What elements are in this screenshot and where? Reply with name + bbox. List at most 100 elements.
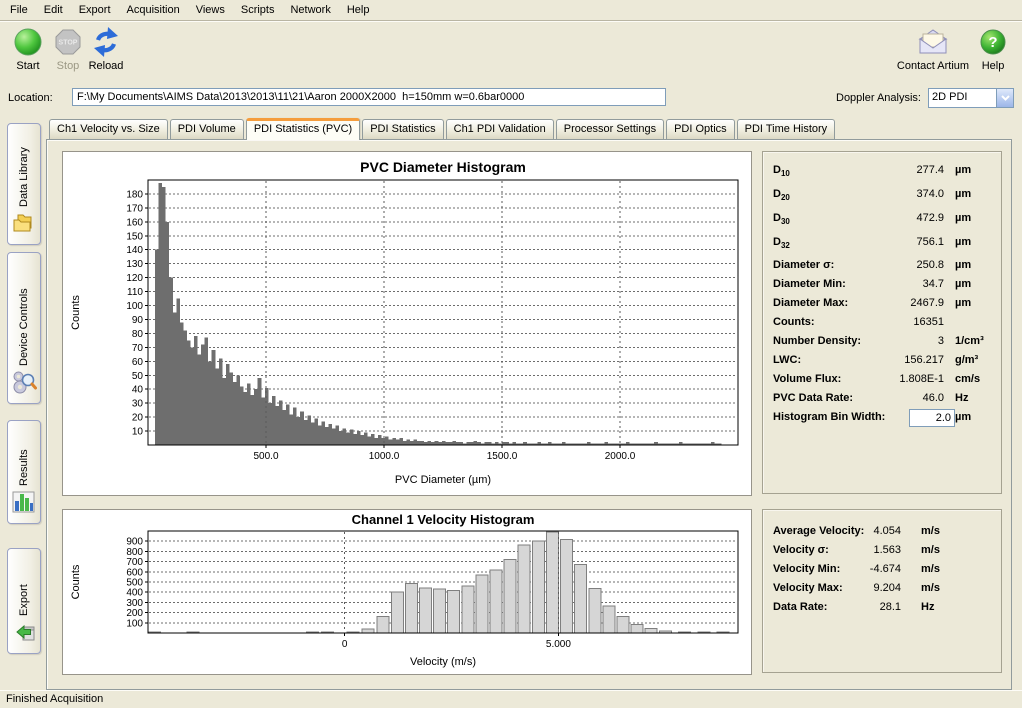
start-button[interactable]: Start xyxy=(6,26,50,72)
sidebar-item-device-controls[interactable]: Device Controls xyxy=(7,252,41,404)
stat-row: D30472.9µm xyxy=(763,208,1001,232)
stat-row: Velocity σ:1.563m/s xyxy=(763,541,1001,560)
sidebar: Data Library Device Controls Results Export xyxy=(0,112,46,690)
location-input[interactable] xyxy=(72,88,666,106)
doppler-analysis-label: Doppler Analysis: xyxy=(836,92,921,104)
stat-row: Volume Flux:1.808E-1cm/s xyxy=(763,370,1001,389)
y-axis-ticks: 100200300400500600700800900 xyxy=(126,537,148,630)
y-axis-ticks: 1020304050607080901001101201301401501601… xyxy=(126,189,148,437)
menu-item-file[interactable]: File xyxy=(2,1,36,19)
sidebar-item-label: Results xyxy=(18,428,30,486)
help-button[interactable]: ? Help xyxy=(974,26,1012,72)
tab-pdi-volume[interactable]: PDI Volume xyxy=(170,119,244,139)
start-icon xyxy=(6,26,50,58)
reload-icon xyxy=(84,26,128,58)
menu-item-network[interactable]: Network xyxy=(282,1,338,19)
stat-value: 34.7 xyxy=(763,275,944,294)
velocity-histogram-chart: 10020030040050060070080090005.000Channel… xyxy=(63,510,751,674)
pvc-diameter-histogram-chart: 1020304050607080901001101201301401501601… xyxy=(63,152,751,495)
stat-label: Histogram Bin Width: xyxy=(773,408,885,427)
stat-row: D10277.4µm xyxy=(763,160,1001,184)
svg-text:2000.0: 2000.0 xyxy=(605,451,636,462)
location-label: Location: xyxy=(8,92,53,104)
tab-processor-settings[interactable]: Processor Settings xyxy=(556,119,664,139)
stop-button-label: Stop xyxy=(50,60,86,72)
reload-button[interactable]: Reload xyxy=(84,26,128,72)
chevron-down-icon[interactable] xyxy=(996,89,1013,107)
sidebar-item-export[interactable]: Export xyxy=(7,548,41,654)
sidebar-item-data-library[interactable]: Data Library xyxy=(7,123,41,245)
application-window: FileEditExportAcquisitionViewsScriptsNet… xyxy=(0,0,1022,708)
menu-item-edit[interactable]: Edit xyxy=(36,1,71,19)
stat-value: 1.808E-1 xyxy=(763,370,944,389)
stat-unit: µm xyxy=(955,294,971,313)
menu-item-help[interactable]: Help xyxy=(339,1,378,19)
svg-text:500: 500 xyxy=(126,578,143,589)
stat-row: Average Velocity:4.054m/s xyxy=(763,522,1001,541)
envelope-icon xyxy=(892,26,974,58)
svg-text:170: 170 xyxy=(126,203,143,214)
doppler-analysis-select[interactable]: 2D PDI xyxy=(928,88,1014,108)
pvc-statistics-panel: D10277.4µmD20374.0µmD30472.9µmD32756.1µm… xyxy=(762,151,1002,494)
tab-ch1-velocity-vs-size[interactable]: Ch1 Velocity vs. Size xyxy=(49,119,168,139)
tab-pdi-optics[interactable]: PDI Optics xyxy=(666,119,735,139)
stat-unit: Hz xyxy=(955,389,968,408)
stat-value: 4.054 xyxy=(763,522,901,541)
stat-unit: m/s xyxy=(921,560,940,579)
stat-value: 250.8 xyxy=(763,256,944,275)
svg-text:200: 200 xyxy=(126,608,143,619)
svg-text:160: 160 xyxy=(126,217,143,228)
stat-value: 9.204 xyxy=(763,579,901,598)
sidebar-item-results[interactable]: Results xyxy=(7,420,41,524)
stat-row: PVC Data Rate:46.0Hz xyxy=(763,389,1001,408)
svg-text:20: 20 xyxy=(132,413,144,424)
stat-value: 3 xyxy=(763,332,944,351)
menu-item-export[interactable]: Export xyxy=(71,1,119,19)
status-text: Finished Acquisition xyxy=(6,693,103,705)
svg-text:110: 110 xyxy=(127,287,143,298)
svg-text:800: 800 xyxy=(126,547,143,558)
svg-text:10: 10 xyxy=(132,427,144,438)
stat-unit: 1/cm³ xyxy=(955,332,984,351)
menu-item-scripts[interactable]: Scripts xyxy=(233,1,283,19)
tab-strip: Ch1 Velocity vs. SizePDI VolumePDI Stati… xyxy=(49,117,1012,139)
y-axis-label: Counts xyxy=(70,564,82,599)
svg-text:700: 700 xyxy=(126,557,143,568)
svg-text:130: 130 xyxy=(126,259,143,270)
tab-ch1-pdi-validation[interactable]: Ch1 PDI Validation xyxy=(446,119,554,139)
folders-icon xyxy=(11,210,37,239)
svg-text:60: 60 xyxy=(132,357,144,368)
svg-text:400: 400 xyxy=(126,588,143,599)
tab-content: 1020304050607080901001101201301401501601… xyxy=(46,139,1012,690)
chart-title: PVC Diameter Histogram xyxy=(360,159,526,175)
start-button-label: Start xyxy=(6,60,50,72)
reload-button-label: Reload xyxy=(84,60,128,72)
stat-unit: µm xyxy=(955,275,971,294)
stat-value: 46.0 xyxy=(763,389,944,408)
contact-artium-button[interactable]: Contact Artium xyxy=(892,26,974,72)
stat-row: Diameter Min:34.7µm xyxy=(763,275,1001,294)
stat-unit: m/s xyxy=(921,522,940,541)
svg-text:140: 140 xyxy=(126,245,143,256)
stat-value: 472.9 xyxy=(763,209,944,228)
stat-unit: m/s xyxy=(921,579,940,598)
doppler-analysis-value: 2D PDI xyxy=(929,89,996,107)
svg-text:50: 50 xyxy=(132,371,144,382)
svg-text:0: 0 xyxy=(342,639,348,650)
status-bar: Finished Acquisition xyxy=(0,690,1022,708)
histogram-bin-width-input[interactable] xyxy=(909,409,955,427)
svg-text:100: 100 xyxy=(126,301,143,312)
svg-text:70: 70 xyxy=(132,343,144,354)
stop-button[interactable]: STOP Stop xyxy=(50,26,86,72)
svg-text:300: 300 xyxy=(126,598,143,609)
menu-item-acquisition[interactable]: Acquisition xyxy=(119,1,188,19)
tab-pdi-statistics[interactable]: PDI Statistics xyxy=(362,119,443,139)
tab-pdi-statistics-pvc[interactable]: PDI Statistics (PVC) xyxy=(246,118,360,140)
menu-item-views[interactable]: Views xyxy=(188,1,233,19)
menu-bar: FileEditExportAcquisitionViewsScriptsNet… xyxy=(0,0,1022,20)
svg-text:80: 80 xyxy=(132,329,144,340)
tab-pdi-time-history[interactable]: PDI Time History xyxy=(737,119,836,139)
stat-value: 28.1 xyxy=(763,598,901,617)
svg-text:500.0: 500.0 xyxy=(253,451,278,462)
svg-text:600: 600 xyxy=(126,567,143,578)
